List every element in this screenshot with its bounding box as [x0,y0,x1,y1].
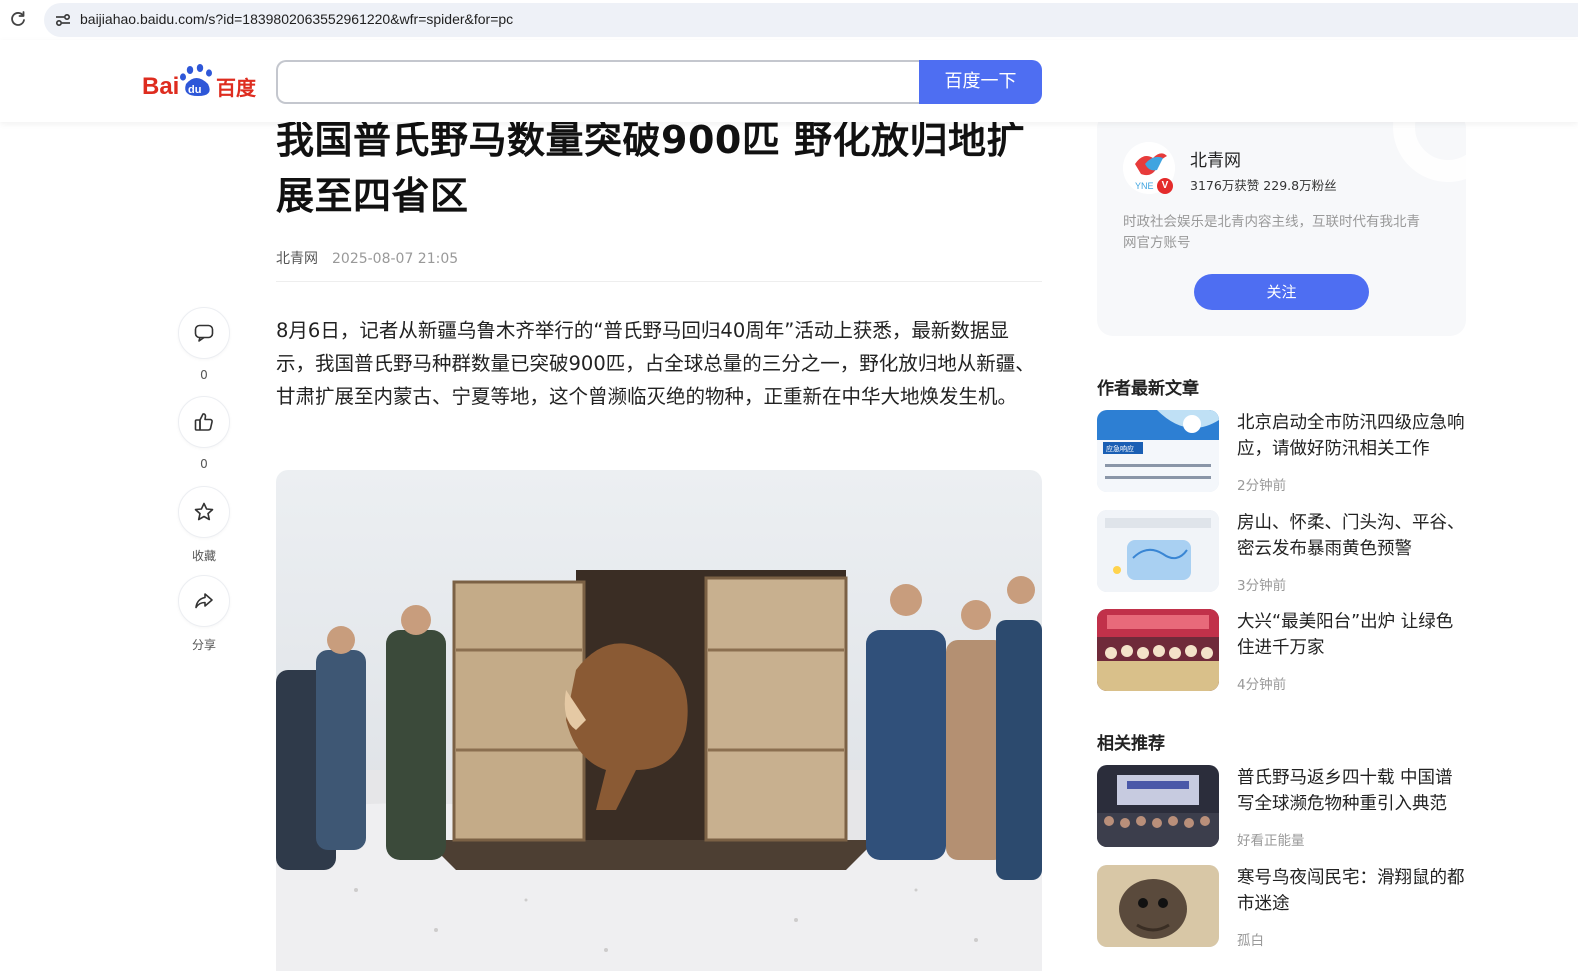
article-date: 2025-08-07 21:05 [332,251,459,267]
share-button[interactable] [178,575,230,627]
follow-button[interactable]: 关注 [1194,274,1369,310]
article-source[interactable]: 北青网 [276,251,318,267]
like-count: 0 [200,457,208,471]
like-button[interactable] [178,396,230,448]
verified-badge: V [1157,178,1173,194]
author-stats: 3176万获赞 229.8万粉丝 [1190,178,1337,193]
list-item-source: 好看正能量 [1237,833,1305,849]
comment-icon [194,324,214,342]
collect-label: 收藏 [191,549,216,563]
list-item-source: 孤白 [1237,933,1264,949]
article-image [276,470,1042,971]
article-paragraph: 8月6日，记者从新疆乌鲁木齐举行的“普氏野马回归40周年”活动上获悉，最新数据显… [276,319,1035,408]
list-item-title[interactable]: 北京启动全市防汛四级应急响应，请做好防汛相关工作 [1237,410,1469,462]
thumbnail [1097,765,1219,847]
search-input[interactable] [276,60,922,104]
article-meta: 北青网 2025-08-07 21:05 [276,248,458,268]
share-action[interactable]: 分享 [178,575,230,653]
list-item[interactable]: 大兴“最美阳台”出炉 让绿色住进千万家 4分钟前 [1097,609,1469,693]
svg-text:YNE: YNE [1135,181,1154,191]
address-bar[interactable]: baijiahao.baidu.com/s?id=183980206355296… [44,3,1578,37]
divider [276,281,1042,282]
thumbs-up-icon [194,413,213,431]
svg-text:du: du [188,84,201,96]
latest-section-title: 作者最新文章 [1097,379,1199,399]
share-label: 分享 [191,638,216,652]
thumbnail [1097,609,1219,691]
site-info-icon[interactable] [54,11,72,29]
share-icon [195,593,213,609]
author-card: YNE V 北青网 3176万获赞 229.8万粉丝 时政社会娱乐是北青内容主线… [1097,112,1466,336]
list-item[interactable]: 应急响应 北京启动全市防汛四级应急响应，请做好防汛相关工作 2分钟前 [1097,410,1469,494]
decorative-ring [1393,112,1466,182]
thumbnail: 应急响应 [1097,410,1219,492]
collect-action[interactable]: 收藏 [178,486,230,564]
collect-button[interactable] [178,486,230,538]
list-item-title[interactable]: 大兴“最美阳台”出炉 让绿色住进千万家 [1237,609,1469,661]
url-text[interactable]: baijiahao.baidu.com/s?id=183980206355296… [80,11,513,27]
baidu-logo[interactable]: Bai du 百度 [142,62,258,102]
thumbnail [1097,865,1219,947]
browser-toolbar: baijiahao.baidu.com/s?id=183980206355296… [0,0,1578,40]
list-item-time: 2分钟前 [1237,478,1287,494]
comment-action[interactable]: 0 [178,307,230,382]
list-item-time: 3分钟前 [1237,578,1287,594]
comment-count: 0 [200,368,208,382]
list-item-title[interactable]: 房山、怀柔、门头沟、平谷、密云发布暴雨黄色预警 [1237,510,1469,562]
list-item[interactable]: 普氏野马返乡四十载 中国谱写全球濒危物种重引入典范 好看正能量 [1097,765,1469,849]
thumbnail [1097,510,1219,592]
svg-text:百度: 百度 [216,76,257,100]
article-title: 我国普氏野马数量突破900匹 野化放归地扩展至四省区 [276,118,1026,218]
author-name[interactable]: 北青网 [1190,146,1241,171]
like-action[interactable]: 0 [178,396,230,471]
related-section-title: 相关推荐 [1097,734,1165,754]
search-button[interactable]: 百度一下 [919,60,1042,104]
svg-text:Bai: Bai [142,73,179,100]
list-item-title[interactable]: 寒号鸟夜闯民宅：滑翔鼠的都市迷途 [1237,865,1469,917]
site-header: Bai du 百度 百度一下 [0,40,1578,122]
svg-text:应急响应: 应急响应 [1106,444,1134,453]
reload-icon[interactable] [8,9,28,29]
author-description: 时政社会娱乐是北青内容主线，互联时代有我北青网官方账号 [1123,214,1420,251]
comment-button[interactable] [178,307,230,359]
star-icon [194,502,214,521]
list-item-title[interactable]: 普氏野马返乡四十载 中国谱写全球濒危物种重引入典范 [1237,765,1469,817]
list-item[interactable]: 寒号鸟夜闯民宅：滑翔鼠的都市迷途 孤白 [1097,865,1469,949]
list-item[interactable]: 房山、怀柔、门头沟、平谷、密云发布暴雨黄色预警 3分钟前 [1097,510,1469,594]
list-item-time: 4分钟前 [1237,677,1287,693]
